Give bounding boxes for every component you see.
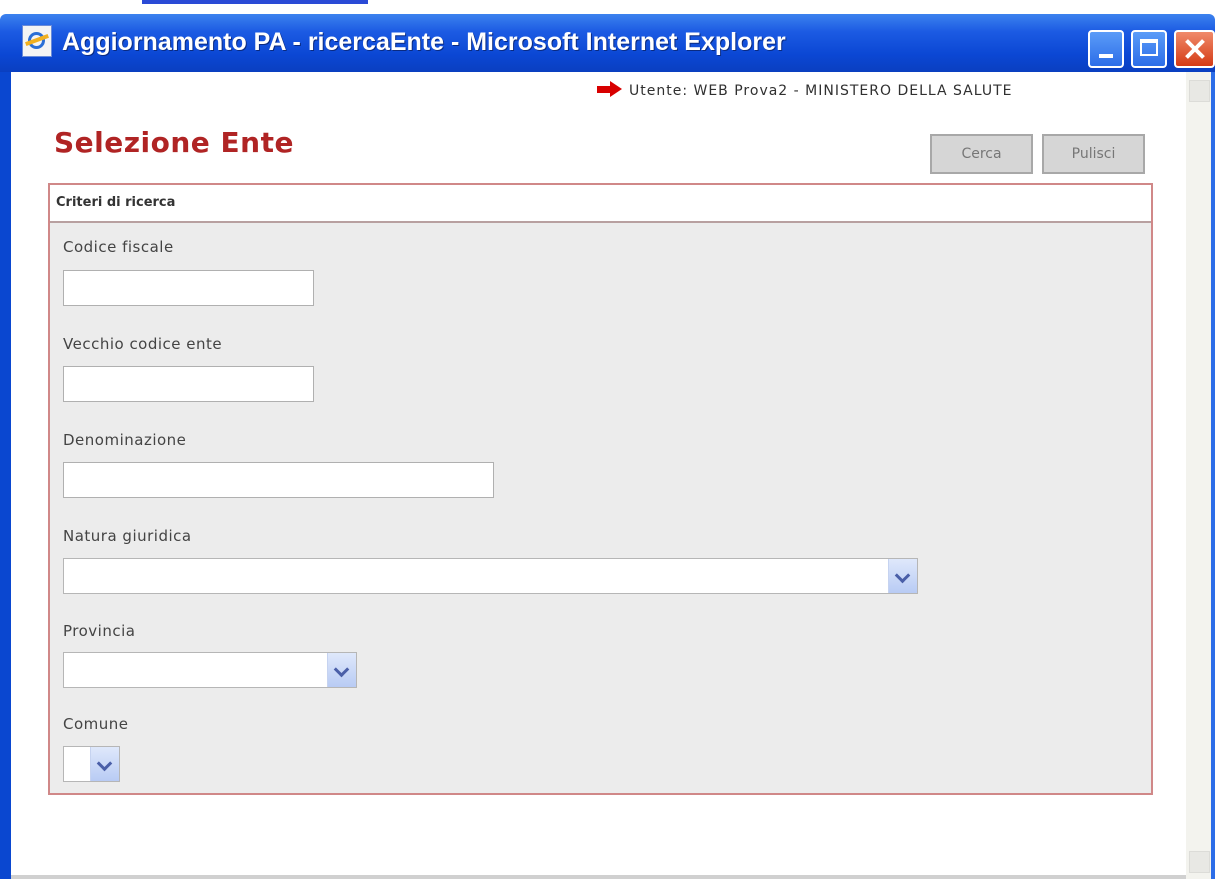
codice-fiscale-input[interactable] — [63, 270, 314, 306]
minimize-button[interactable] — [1088, 30, 1124, 68]
codice-fiscale-label: Codice fiscale — [63, 238, 174, 256]
denominazione-label: Denominazione — [63, 431, 187, 449]
search-button[interactable]: Cerca — [930, 134, 1033, 174]
vecchio-codice-label: Vecchio codice ente — [63, 335, 223, 353]
status-divider — [11, 875, 1186, 879]
search-criteria-panel: Criteri di ricerca Codice fiscale Vecchi… — [48, 183, 1153, 795]
provincia-label: Provincia — [63, 622, 136, 640]
red-arrow-icon — [597, 81, 623, 97]
ie-icon — [22, 25, 52, 57]
scroll-up-button[interactable] — [1189, 80, 1210, 102]
panel-header: Criteri di ricerca — [50, 185, 1151, 223]
natura-giuridica-select[interactable] — [63, 558, 918, 594]
chevron-down-icon[interactable] — [90, 747, 119, 781]
window-title: Aggiornamento PA - ricercaEnte - Microso… — [62, 28, 786, 56]
chevron-down-icon[interactable] — [888, 559, 917, 593]
title-bar[interactable]: Aggiornamento PA - ricercaEnte - Microso… — [0, 14, 1215, 72]
scroll-down-button[interactable] — [1189, 851, 1210, 873]
user-info: Utente: WEB Prova2 - MINISTERO DELLA SAL… — [597, 81, 1013, 99]
maximize-button[interactable] — [1131, 30, 1167, 68]
vertical-scrollbar[interactable] — [1186, 72, 1211, 879]
denominazione-input[interactable] — [63, 462, 494, 498]
top-link-underline — [142, 0, 368, 4]
panel-title: Criteri di ricerca — [56, 195, 176, 210]
left-frame — [0, 72, 11, 879]
page-title: Selezione Ente — [54, 126, 294, 159]
clear-button[interactable]: Pulisci — [1042, 134, 1145, 174]
close-button[interactable] — [1174, 30, 1215, 68]
chevron-down-icon[interactable] — [327, 653, 356, 687]
comune-label: Comune — [63, 715, 129, 733]
page-content: Utente: WEB Prova2 - MINISTERO DELLA SAL… — [11, 72, 1186, 879]
right-frame — [1211, 72, 1215, 879]
browser-window: Aggiornamento PA - ricercaEnte - Microso… — [0, 14, 1215, 879]
user-info-text: Utente: WEB Prova2 - MINISTERO DELLA SAL… — [629, 83, 1013, 99]
vecchio-codice-input[interactable] — [63, 366, 314, 402]
comune-select[interactable] — [63, 746, 120, 782]
natura-giuridica-label: Natura giuridica — [63, 527, 192, 545]
provincia-select[interactable] — [63, 652, 357, 688]
